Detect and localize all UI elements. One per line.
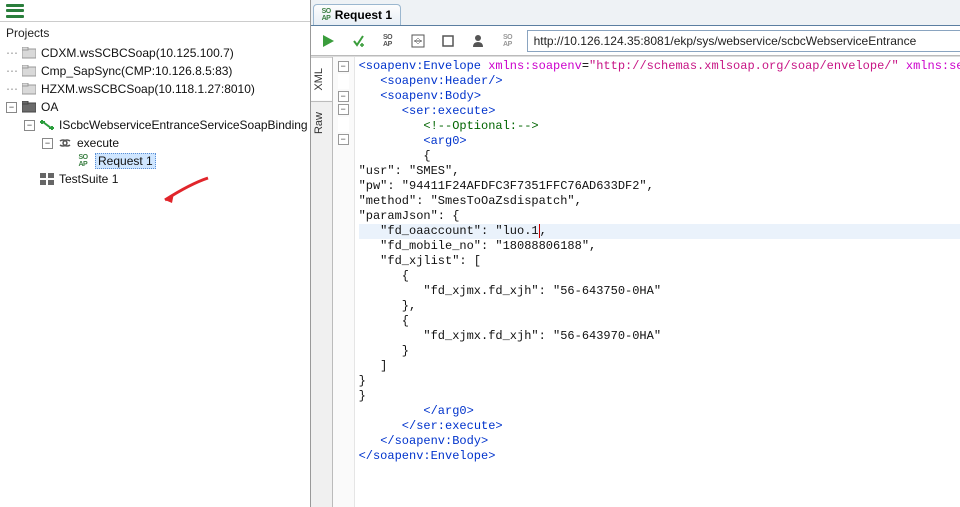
create-form-button[interactable] xyxy=(407,30,429,52)
node-label: Cmp_SapSync(CMP:10.126.8.5:83) xyxy=(41,64,232,78)
node-label: TestSuite 1 xyxy=(59,172,118,186)
interface-icon xyxy=(39,118,55,132)
tree-node-cdxm[interactable]: ⋯ CDXM.wsSCBCSoap(10.125.100.7) xyxy=(2,44,308,62)
node-label: CDXM.wsSCBCSoap(10.125.100.7) xyxy=(41,46,234,60)
tree-node-testsuite[interactable]: TestSuite 1 xyxy=(2,170,308,188)
project-tree-pane: Projects ⋯ CDXM.wsSCBCSoap(10.125.100.7)… xyxy=(0,0,311,507)
soap-button[interactable]: SOAP xyxy=(377,30,399,52)
left-toolbar xyxy=(0,0,310,22)
box-button[interactable] xyxy=(437,30,459,52)
fold-toggle[interactable]: − xyxy=(338,104,349,115)
tree-node-execute[interactable]: − execute xyxy=(2,134,308,152)
fold-toggle[interactable]: − xyxy=(338,134,349,145)
tree-connector: ⋯ xyxy=(6,64,17,78)
tree-node-cmp[interactable]: ⋯ Cmp_SapSync(CMP:10.126.8.5:83) xyxy=(2,62,308,80)
testsuite-icon xyxy=(39,172,55,186)
project-icon xyxy=(21,82,37,96)
endpoint-url-text: http://10.126.124.35:8081/ekp/sys/webser… xyxy=(534,34,917,48)
expand-icon[interactable]: − xyxy=(42,138,53,149)
node-label: Request 1 xyxy=(95,153,156,169)
fold-toggle[interactable]: − xyxy=(338,61,349,72)
tab-request1[interactable]: SOAP Request 1 xyxy=(313,4,401,25)
soap-action-button[interactable]: SOAP xyxy=(497,30,519,52)
run-button[interactable] xyxy=(317,30,339,52)
project-icon xyxy=(21,64,37,78)
tree-connector: ⋯ xyxy=(6,46,17,60)
auth-button[interactable] xyxy=(467,30,489,52)
tree-connector: ⋯ xyxy=(6,82,17,96)
leaf-spacer xyxy=(24,174,35,185)
add-to-testcase-button[interactable] xyxy=(347,30,369,52)
soap-request-icon: SOAP xyxy=(75,154,91,168)
tree-node-oa[interactable]: − OA xyxy=(2,98,308,116)
node-label: IScbcWebserviceEntranceServiceSoapBindin… xyxy=(59,118,308,132)
expand-icon[interactable]: − xyxy=(24,120,35,131)
menu-icon[interactable] xyxy=(4,0,26,22)
side-tab-raw[interactable]: Raw xyxy=(311,101,332,144)
tree-node-request1[interactable]: SOAP Request 1 xyxy=(2,152,308,170)
endpoint-url-field[interactable]: http://10.126.124.35:8081/ekp/sys/webser… xyxy=(527,30,960,52)
fold-gutter: − − − − xyxy=(333,57,355,507)
node-label: HZXM.wsSCBCSoap(10.118.1.27:8010) xyxy=(41,82,255,96)
side-tab-xml[interactable]: XML xyxy=(311,57,332,101)
request-editor-pane: SOAP Request 1 SOAP SOAP http://10.126.1… xyxy=(311,0,960,507)
tree-node-hzxm[interactable]: ⋯ HZXM.wsSCBCSoap(10.118.1.27:8010) xyxy=(2,80,308,98)
fold-toggle[interactable]: − xyxy=(338,91,349,102)
operation-icon xyxy=(57,136,73,150)
project-icon xyxy=(21,46,37,60)
expand-icon[interactable]: − xyxy=(6,102,17,113)
node-label: execute xyxy=(77,136,119,150)
project-tree[interactable]: ⋯ CDXM.wsSCBCSoap(10.125.100.7) ⋯ Cmp_Sa… xyxy=(0,44,310,507)
leaf-spacer xyxy=(60,156,71,167)
editor-tab-bar: SOAP Request 1 xyxy=(311,0,960,26)
folder-icon xyxy=(21,100,37,114)
view-side-tabs: XML Raw xyxy=(311,57,333,507)
node-label: OA xyxy=(41,100,58,114)
tab-title: Request 1 xyxy=(335,8,392,22)
editor-area: XML Raw − − − − <soapenv:Envelope xmlns:… xyxy=(311,56,960,507)
projects-label: Projects xyxy=(0,22,310,44)
tree-node-binding[interactable]: − IScbcWebserviceEntranceServiceSoapBind… xyxy=(2,116,308,134)
xml-editor[interactable]: <soapenv:Envelope xmlns:soapenv="http://… xyxy=(355,57,960,507)
soap-icon: SOAP xyxy=(322,8,331,22)
request-toolbar: SOAP SOAP http://10.126.124.35:8081/ekp/… xyxy=(311,26,960,56)
